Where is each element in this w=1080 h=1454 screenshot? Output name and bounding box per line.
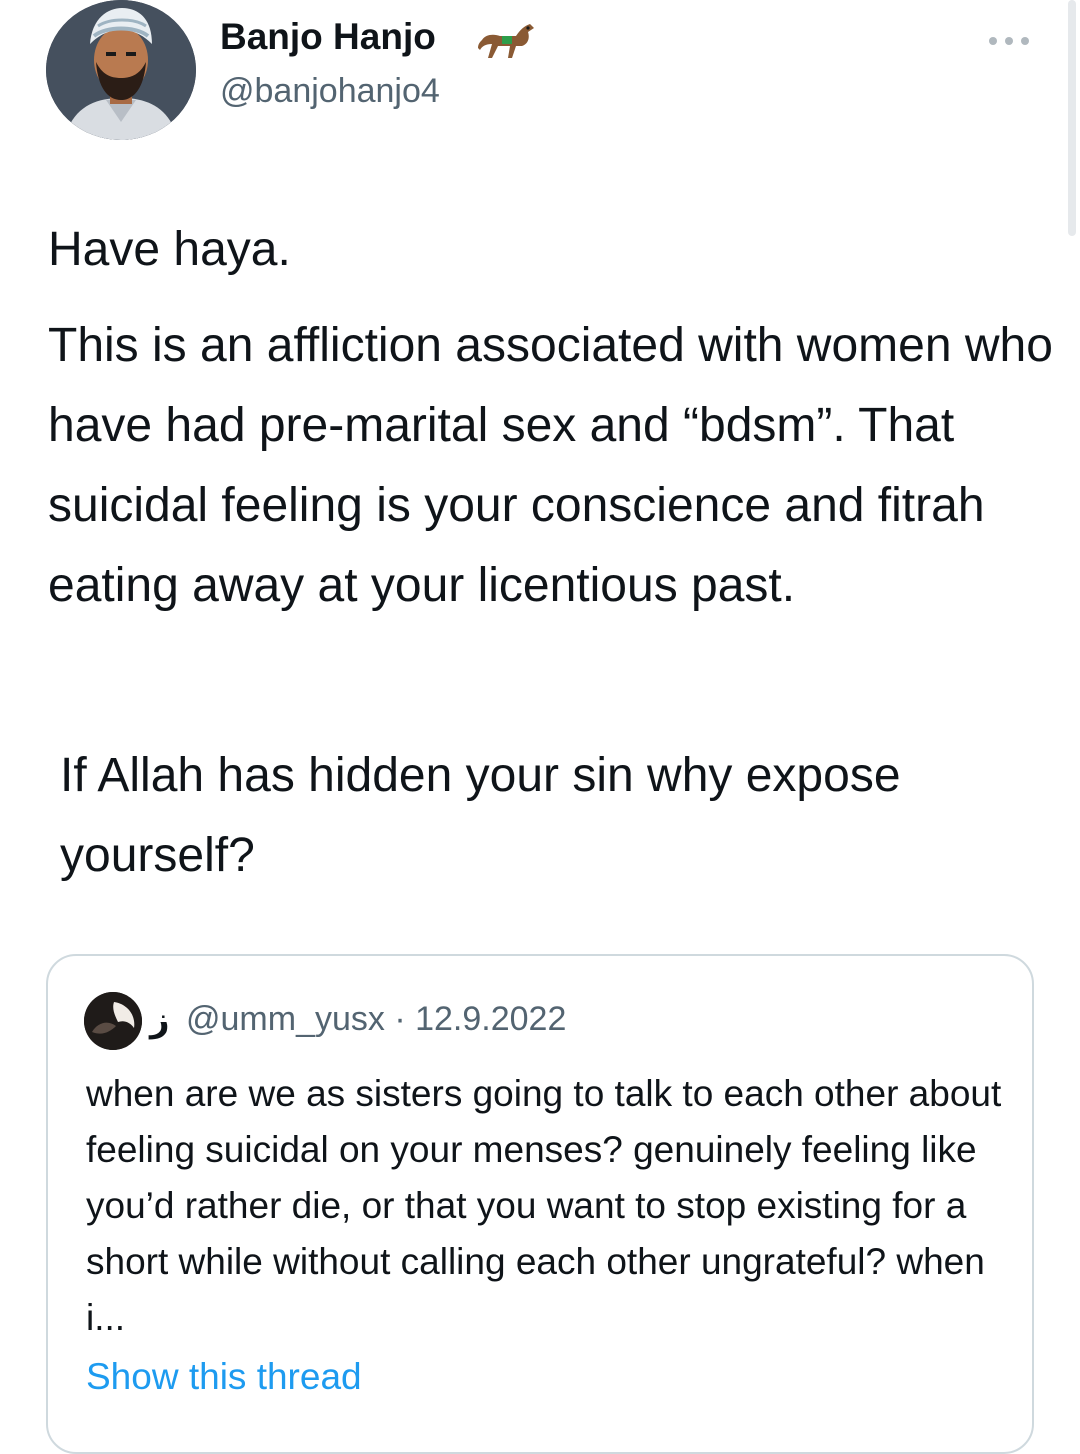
tweet-paragraph: If Allah has hidden your sin why expose … [60,749,901,882]
quoted-author-display-name[interactable]: ز [150,1000,170,1040]
author-avatar[interactable] [46,0,196,140]
quoted-author-avatar[interactable] [84,992,142,1050]
horse-emoji-icon [478,24,534,58]
more-dots-icon[interactable] [986,34,1032,48]
show-thread-link[interactable]: Show this thread [86,1356,362,1398]
avatar-portrait-image [46,0,196,140]
quoted-avatar-image [84,992,142,1050]
author-handle[interactable]: @banjohanjo4 [220,72,440,111]
scrollbar-thumb[interactable] [1068,0,1076,236]
author-display-name[interactable]: Banjo Hanjo [220,16,436,58]
quoted-tweet-text: when are we as sisters going to talk to … [86,1073,1002,1338]
tweet-detail-view: Banjo Hanjo @banjohanjo4 Have haya. This… [0,0,1080,1454]
quoted-author-handle-date[interactable]: @umm_yusx · 12.9.2022 [186,1000,566,1039]
tweet-paragraph: Have haya. [48,223,291,276]
tweet-paragraph: This is an affliction associated with wo… [48,319,1053,612]
